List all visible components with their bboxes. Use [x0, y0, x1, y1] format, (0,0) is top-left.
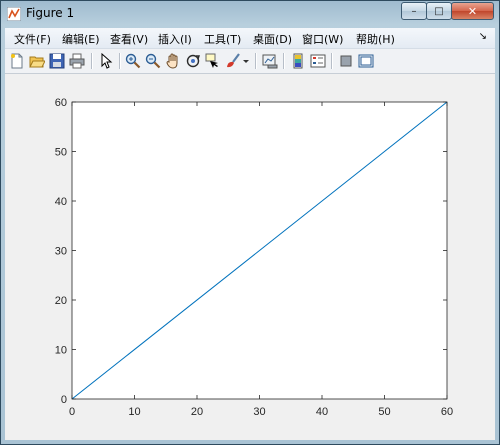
toolbar-separator: [119, 53, 121, 69]
menu-help[interactable]: 帮助(H): [356, 31, 395, 47]
window-title: Figure 1: [26, 6, 75, 20]
menu-desktop[interactable]: 桌面(D): [253, 31, 292, 47]
colorbar-icon: [293, 53, 303, 69]
show-plot-tools-button[interactable]: [357, 52, 375, 70]
y-tick-label: 10: [55, 345, 67, 357]
close-icon: ✕: [467, 4, 478, 18]
menu-edit[interactable]: 编辑(E): [62, 31, 100, 47]
toolbar-separator: [255, 53, 257, 69]
legend-icon: [310, 54, 326, 68]
y-tick-label: 50: [55, 147, 67, 159]
menu-overflow-icon[interactable]: ↘: [479, 31, 487, 42]
close-button[interactable]: ✕: [451, 2, 494, 20]
x-tick-label: 40: [316, 406, 328, 418]
y-tick-label: 20: [55, 295, 67, 307]
link-plot-icon: [262, 54, 278, 69]
brush-dropdown-button[interactable]: [241, 52, 251, 70]
toolbar-separator: [283, 53, 285, 69]
menu-bar: 文件(F) 编辑(E) 查看(V) 插入(I) 工具(T) 桌面(D) 窗口(W…: [5, 28, 495, 49]
print-icon: [69, 53, 85, 69]
save-button[interactable]: [48, 52, 66, 70]
x-tick-label: 10: [128, 406, 140, 418]
new-figure-button[interactable]: [8, 52, 26, 70]
y-tick-label: 60: [55, 97, 67, 109]
y-tick-label: 40: [55, 196, 67, 208]
data-cursor-icon: [205, 53, 218, 68]
x-tick-label: 50: [378, 406, 390, 418]
x-tick-label: 30: [253, 406, 265, 418]
maximize-icon: □: [434, 5, 444, 17]
pan-button[interactable]: [164, 52, 182, 70]
figure-toolbar: [5, 49, 495, 74]
brush-button[interactable]: [224, 52, 242, 70]
menu-view[interactable]: 查看(V): [110, 31, 148, 47]
hide-plot-tools-icon: [340, 55, 352, 67]
rotate-3d-button[interactable]: [184, 52, 202, 70]
x-tick-label: 0: [69, 406, 75, 418]
pan-hand-icon: [166, 53, 178, 69]
new-figure-icon: [11, 53, 23, 69]
figure-window: Figure 1 – □ ✕ 文件(F) 编辑(E) 查看(V) 插入(I) 工…: [0, 0, 500, 445]
menu-file[interactable]: 文件(F): [14, 31, 51, 47]
zoom-in-button[interactable]: [124, 52, 142, 70]
colorbar-button[interactable]: [289, 52, 307, 70]
rotate-3d-icon: [186, 54, 200, 68]
brush-icon: [227, 53, 240, 68]
zoom-in-icon: [125, 53, 141, 69]
link-plot-button[interactable]: [261, 52, 279, 70]
save-icon: [49, 53, 65, 69]
open-file-button[interactable]: [28, 52, 46, 70]
data-cursor-button[interactable]: [204, 52, 222, 70]
chevron-down-icon: [243, 60, 249, 63]
menu-window[interactable]: 窗口(W): [302, 31, 343, 47]
print-button[interactable]: [68, 52, 86, 70]
toolbar-separator: [331, 53, 333, 69]
pointer-icon: [101, 53, 113, 69]
line-plot: 0 10 20 30 40 50 60 0 10 20 30 40 50 60: [55, 97, 453, 418]
open-file-icon: [29, 56, 45, 68]
caption-buttons: – □ ✕: [401, 2, 494, 21]
title-bar[interactable]: Figure 1 – □ ✕: [1, 1, 499, 27]
legend-button[interactable]: [309, 52, 327, 70]
show-plot-tools-icon: [358, 54, 374, 68]
pointer-button[interactable]: [97, 52, 115, 70]
zoom-out-icon: [145, 53, 161, 69]
x-tick-label: 60: [441, 406, 453, 418]
hide-plot-tools-button[interactable]: [337, 52, 355, 70]
y-tick-label: 0: [61, 394, 67, 406]
figure-canvas[interactable]: 0 10 20 30 40 50 60 0 10 20 30 40 50 60: [5, 74, 495, 440]
zoom-out-button[interactable]: [144, 52, 162, 70]
toolbar-separator: [91, 53, 93, 69]
y-tick-label: 30: [55, 246, 67, 258]
minimize-icon: –: [411, 5, 417, 17]
menu-insert[interactable]: 插入(I): [158, 31, 192, 47]
matlab-figure-icon: [7, 7, 21, 21]
minimize-button[interactable]: –: [401, 2, 427, 20]
x-tick-label: 20: [191, 406, 203, 418]
menu-tools[interactable]: 工具(T): [204, 31, 241, 47]
maximize-button[interactable]: □: [426, 2, 452, 20]
